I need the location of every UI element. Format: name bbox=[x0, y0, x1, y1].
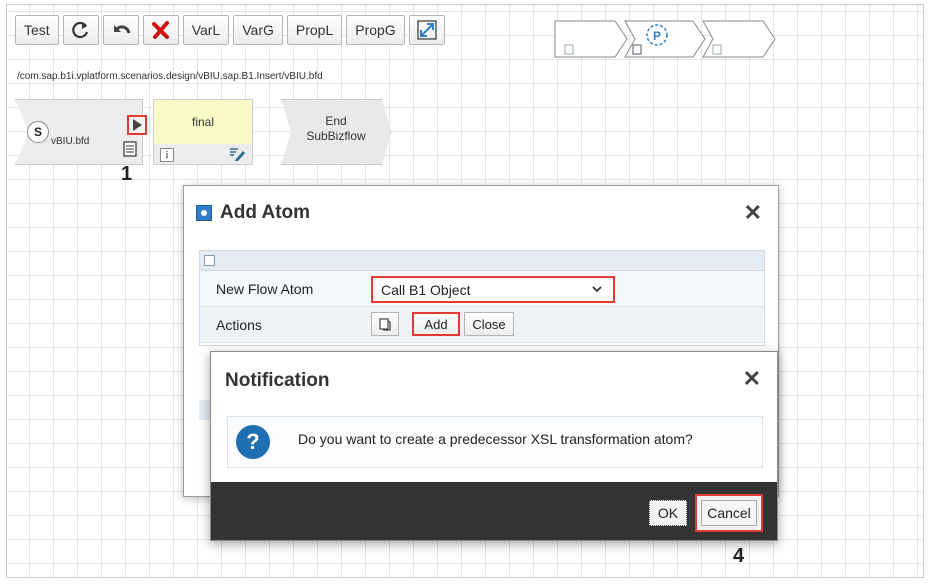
actions-label: Actions bbox=[216, 317, 262, 333]
propl-button[interactable]: PropL bbox=[286, 15, 343, 45]
start-step-label: vBIU.bfd bbox=[51, 136, 90, 147]
cancel-button[interactable]: Cancel bbox=[701, 500, 757, 526]
varg-button-label: VarG bbox=[242, 22, 274, 38]
test-button[interactable]: Test bbox=[15, 15, 59, 45]
question-icon: ? bbox=[236, 425, 270, 459]
fullscreen-button[interactable] bbox=[408, 15, 445, 45]
toolbar: Test VarL VarG PropL PropG bbox=[15, 15, 445, 45]
new-flow-atom-select[interactable]: Call B1 Object bbox=[371, 276, 615, 303]
new-flow-atom-label: New Flow Atom bbox=[216, 281, 314, 297]
design-canvas: Test VarL VarG PropL PropG P /com.sap.b1… bbox=[6, 4, 924, 578]
end-label-line1: End bbox=[325, 114, 347, 128]
notification-dialog: Notification ✕ ? Do you want to create a… bbox=[210, 351, 778, 541]
varg-button[interactable]: VarG bbox=[233, 15, 283, 45]
process-chevrons[interactable]: P bbox=[553, 19, 783, 59]
notification-message: Do you want to create a predecessor XSL … bbox=[298, 431, 693, 447]
insert-atom-button[interactable] bbox=[127, 115, 147, 135]
varl-button[interactable]: VarL bbox=[182, 15, 230, 45]
play-icon bbox=[133, 119, 142, 131]
copy-icon bbox=[379, 318, 391, 331]
chevron-down-icon bbox=[592, 286, 602, 293]
document-icon[interactable] bbox=[123, 141, 137, 157]
new-flow-atom-row: New Flow Atom Call B1 Object bbox=[200, 271, 764, 307]
end-label-line2: SubBizflow bbox=[306, 129, 366, 143]
close-icon[interactable]: ✕ bbox=[744, 202, 762, 224]
delete-button[interactable] bbox=[142, 15, 179, 45]
collapse-icon[interactable] bbox=[204, 255, 215, 266]
propl-button-label: PropL bbox=[295, 22, 334, 38]
step-marker-1: 1 bbox=[121, 163, 133, 185]
ok-button-label: OK bbox=[657, 505, 679, 521]
info-icon[interactable]: i bbox=[160, 148, 174, 162]
start-circle-icon: S bbox=[27, 121, 49, 143]
notification-message-box: ? Do you want to create a predecessor XS… bbox=[227, 416, 763, 468]
add-button[interactable]: Add bbox=[412, 312, 460, 336]
ok-button[interactable]: OK bbox=[649, 500, 687, 526]
close-button-label: Close bbox=[472, 316, 506, 332]
form-header bbox=[200, 251, 764, 271]
varl-button-label: VarL bbox=[191, 22, 221, 38]
close-red-icon bbox=[151, 21, 169, 39]
add-button-label: Add bbox=[424, 316, 448, 332]
step-marker-4: 4 bbox=[733, 545, 745, 567]
flow-row: S vBIU.bfd final i End SubBizflow bbox=[15, 99, 395, 169]
refresh-button[interactable] bbox=[62, 15, 99, 45]
chevron-p-label: P bbox=[653, 29, 661, 43]
copy-atom-button[interactable] bbox=[371, 312, 399, 336]
add-atom-form: New Flow Atom Call B1 Object Actions Add… bbox=[199, 250, 765, 346]
final-atom[interactable]: final i bbox=[153, 99, 253, 165]
close-icon[interactable]: ✕ bbox=[743, 368, 761, 390]
final-atom-label: final bbox=[154, 100, 252, 144]
undo-button[interactable] bbox=[102, 15, 139, 45]
notification-footer: OK Cancel bbox=[211, 482, 777, 540]
actions-row: Actions Add Close bbox=[200, 307, 764, 343]
end-subbizflow-step[interactable]: End SubBizflow bbox=[281, 99, 391, 165]
edit-icon[interactable] bbox=[228, 146, 246, 162]
notification-title: Notification bbox=[225, 370, 330, 391]
scenario-path: /com.sap.b1i.vplatform.scenarios.design/… bbox=[17, 71, 323, 82]
undo-icon bbox=[113, 25, 131, 34]
add-atom-dialog-title: Add Atom bbox=[220, 202, 311, 223]
expand-icon bbox=[417, 20, 437, 40]
close-button[interactable]: Close bbox=[464, 312, 514, 336]
add-atom-dialog-header: Add Atom bbox=[184, 186, 778, 240]
cancel-button-label: Cancel bbox=[707, 505, 751, 521]
test-button-label: Test bbox=[24, 22, 50, 38]
selected-atom-value: Call B1 Object bbox=[381, 282, 471, 298]
propg-button[interactable]: PropG bbox=[346, 15, 405, 45]
refresh-icon bbox=[71, 21, 88, 39]
cancel-button-highlight: Cancel bbox=[695, 494, 763, 532]
propg-button-label: PropG bbox=[355, 22, 396, 38]
atom-dialog-icon bbox=[196, 205, 212, 221]
